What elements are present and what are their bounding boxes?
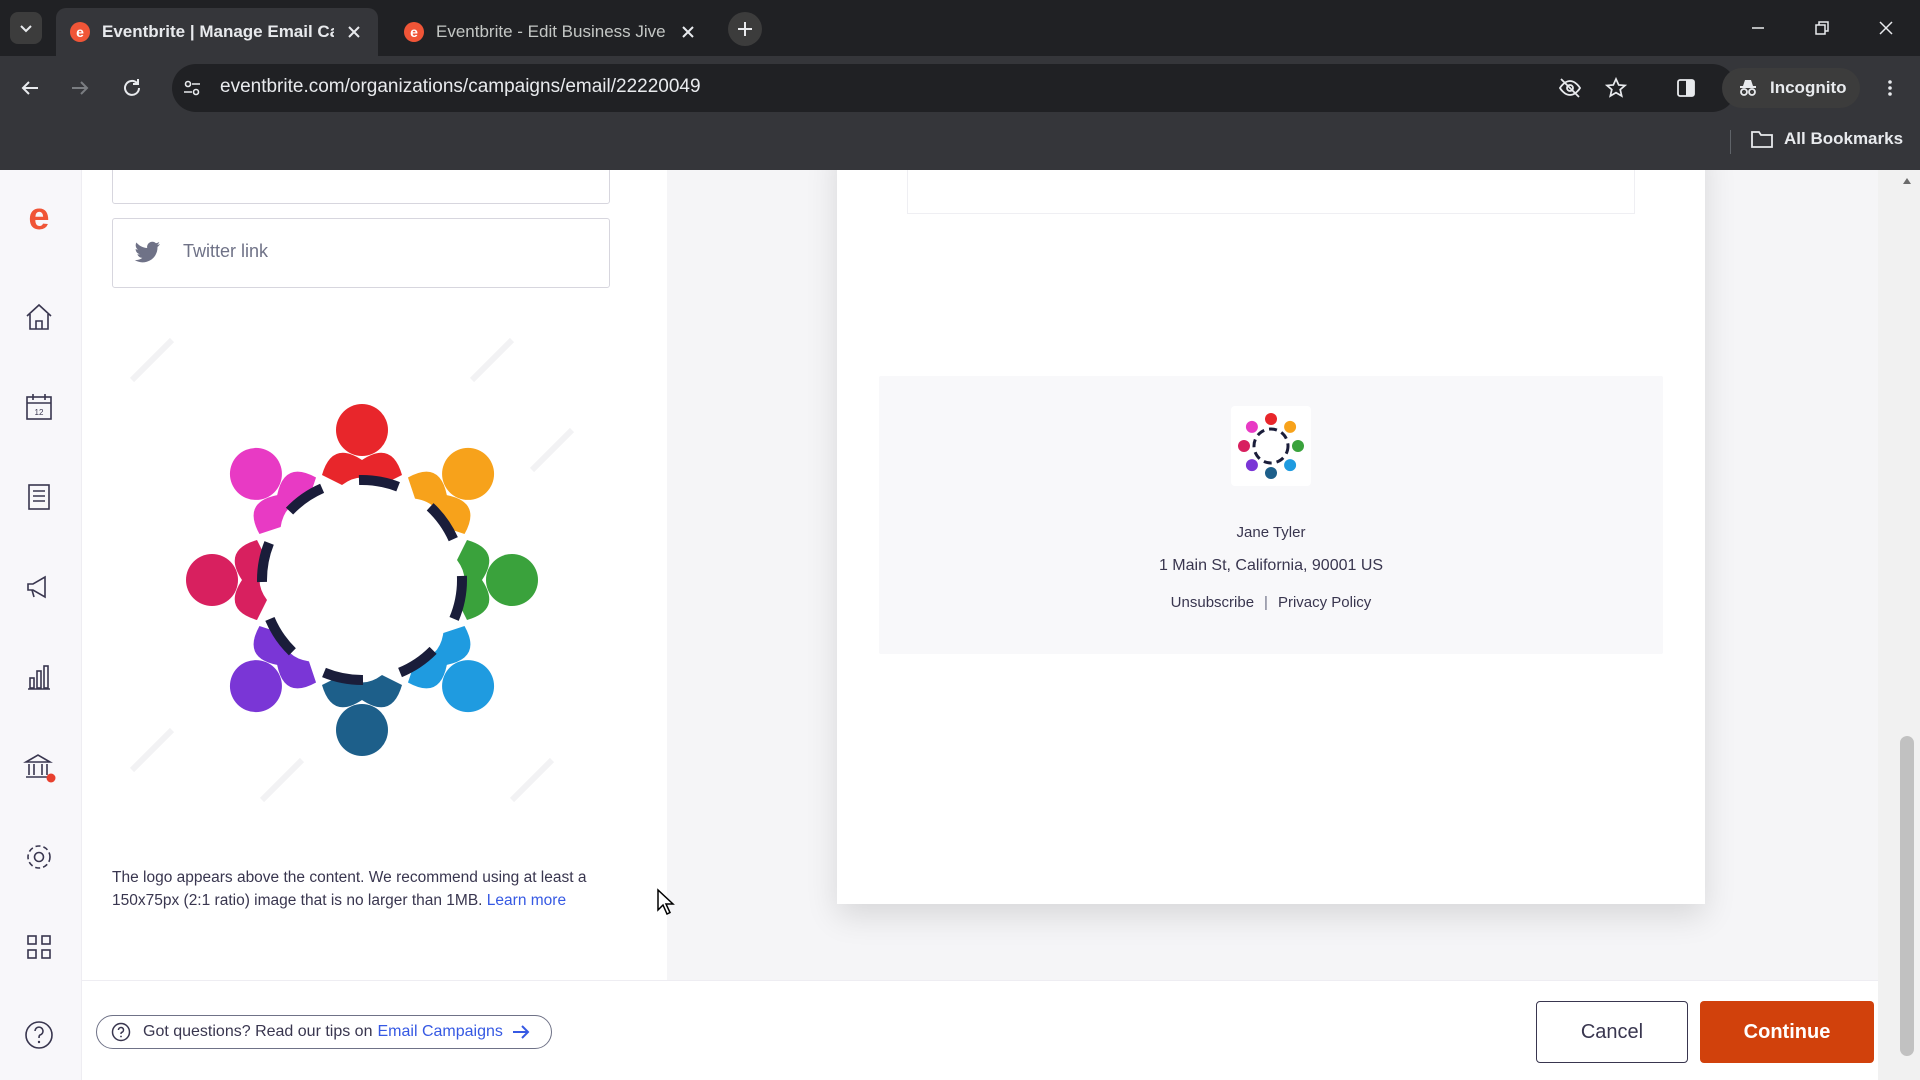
eventbrite-logo-icon[interactable]: e [20,198,58,236]
side-panel-icon [1677,79,1695,97]
email-campaigns-link[interactable]: Email Campaigns [377,1023,502,1041]
close-icon[interactable] [678,22,698,42]
minimize-button[interactable] [1728,8,1788,48]
all-bookmarks-button[interactable]: All Bookmarks [1750,128,1903,150]
tracking-protection-button[interactable] [1556,74,1584,102]
restore-icon [1815,21,1829,35]
url-text[interactable]: eventbrite.com/organizations/campaigns/e… [220,76,701,98]
close-icon[interactable] [344,22,364,42]
finance-icon[interactable] [20,748,58,786]
svg-text:e: e [76,24,84,40]
twitter-link-placeholder: Twitter link [183,241,269,261]
social-link-field[interactable] [112,170,610,204]
footer-organizer-name: Jane Tyler [1236,524,1306,541]
learn-more-link[interactable]: Learn more [487,892,566,909]
community-logo-image [1238,413,1304,479]
scroll-up-arrow[interactable] [1900,174,1914,188]
logo-help-text: The logo appears above the content. We r… [112,866,610,912]
logo-upload-preview[interactable] [112,320,610,840]
chart-icon[interactable] [20,658,58,696]
chevron-down-icon [20,25,32,33]
continue-button[interactable]: Continue [1700,1001,1874,1063]
eventbrite-favicon-icon: e [70,22,90,42]
privacy-policy-link[interactable]: Privacy Policy [1278,594,1371,611]
twitter-link-field[interactable]: Twitter link [112,218,610,288]
tab-manage-email[interactable]: e Eventbrite | Manage Email Car [56,8,378,56]
back-button[interactable] [10,68,50,108]
tab-title: Eventbrite | Manage Email Car [102,22,334,41]
footer-logo [1231,406,1311,486]
tab-edit-business[interactable]: e Eventbrite - Edit Business Jive [390,8,712,56]
browser-menu-button[interactable] [1876,74,1904,102]
new-tab-button[interactable] [728,12,762,46]
svg-text:e: e [28,199,49,235]
tips-text: Got questions? Read our tips on [143,1023,373,1040]
browser-tab-strip: e Eventbrite | Manage Email Car e Eventb… [0,0,1920,56]
eye-off-icon [1558,78,1582,98]
restore-button[interactable] [1792,8,1852,48]
mouse-cursor-icon [657,888,675,916]
left-navigation: e 12 [0,170,82,1080]
svg-text:e: e [410,24,418,40]
unsubscribe-link[interactable]: Unsubscribe [1171,594,1254,611]
tab-title: Eventbrite - Edit Business Jive [436,22,666,41]
arrow-right-icon [72,81,89,95]
twitter-icon [134,241,160,263]
bottom-action-bar: Got questions? Read our tips on Email Ca… [82,980,1878,1080]
more-vertical-icon [1888,80,1892,96]
page-content: e 12 Twitter link The logo appears above… [0,170,1920,1080]
home-icon[interactable] [20,298,58,336]
incognito-indicator[interactable]: Incognito [1722,68,1861,108]
all-bookmarks-label: All Bookmarks [1784,129,1904,148]
arrow-left-icon [21,81,38,95]
minimize-icon [1752,27,1764,29]
folder-icon [1751,131,1773,148]
incognito-icon [1740,80,1756,96]
email-footer: Jane Tyler 1 Main St, California, 90001 … [879,376,1663,654]
eventbrite-favicon-icon: e [404,22,424,42]
side-panel-button[interactable] [1672,74,1700,102]
link-separator: | [1264,594,1268,611]
preview-content-block [907,170,1635,214]
email-preview-area: Jane Tyler 1 Main St, California, 90001 … [667,170,1878,980]
calendar-icon[interactable]: 12 [20,388,58,426]
tab-search-button[interactable] [10,12,42,44]
plus-icon [738,22,752,36]
site-info-button[interactable] [178,74,206,102]
triangle-up-icon [1903,178,1911,184]
bookmark-star-button[interactable] [1602,74,1630,102]
svg-text:12: 12 [35,408,44,417]
bookmarks-divider [1730,130,1731,154]
help-icon[interactable] [20,1016,58,1054]
cancel-button[interactable]: Cancel [1536,1001,1688,1063]
close-icon [1879,21,1893,35]
megaphone-icon[interactable] [20,568,58,606]
incognito-label: Incognito [1770,78,1847,97]
star-icon [1605,77,1627,98]
email-editor-panel: Twitter link The logo appears above the … [82,170,667,980]
community-logo-image [129,337,575,803]
footer-address: 1 Main St, California, 90001 US [1158,557,1384,574]
tune-icon [184,80,200,96]
email-preview-card: Jane Tyler 1 Main St, California, 90001 … [837,170,1705,904]
forward-button[interactable] [60,68,100,108]
close-window-button[interactable] [1856,8,1916,48]
footer-links: Unsubscribe | Privacy Policy [879,594,1663,611]
orders-icon[interactable] [20,478,58,516]
settings-icon[interactable] [20,838,58,876]
apps-icon[interactable] [20,928,58,966]
reload-button[interactable] [112,68,152,108]
reload-icon [124,79,140,96]
scrollbar-thumb[interactable] [1900,736,1914,1056]
tips-banner[interactable]: Got questions? Read our tips on Email Ca… [96,1015,552,1049]
arrow-right-icon [512,1025,530,1039]
help-circle-icon [111,1022,131,1042]
